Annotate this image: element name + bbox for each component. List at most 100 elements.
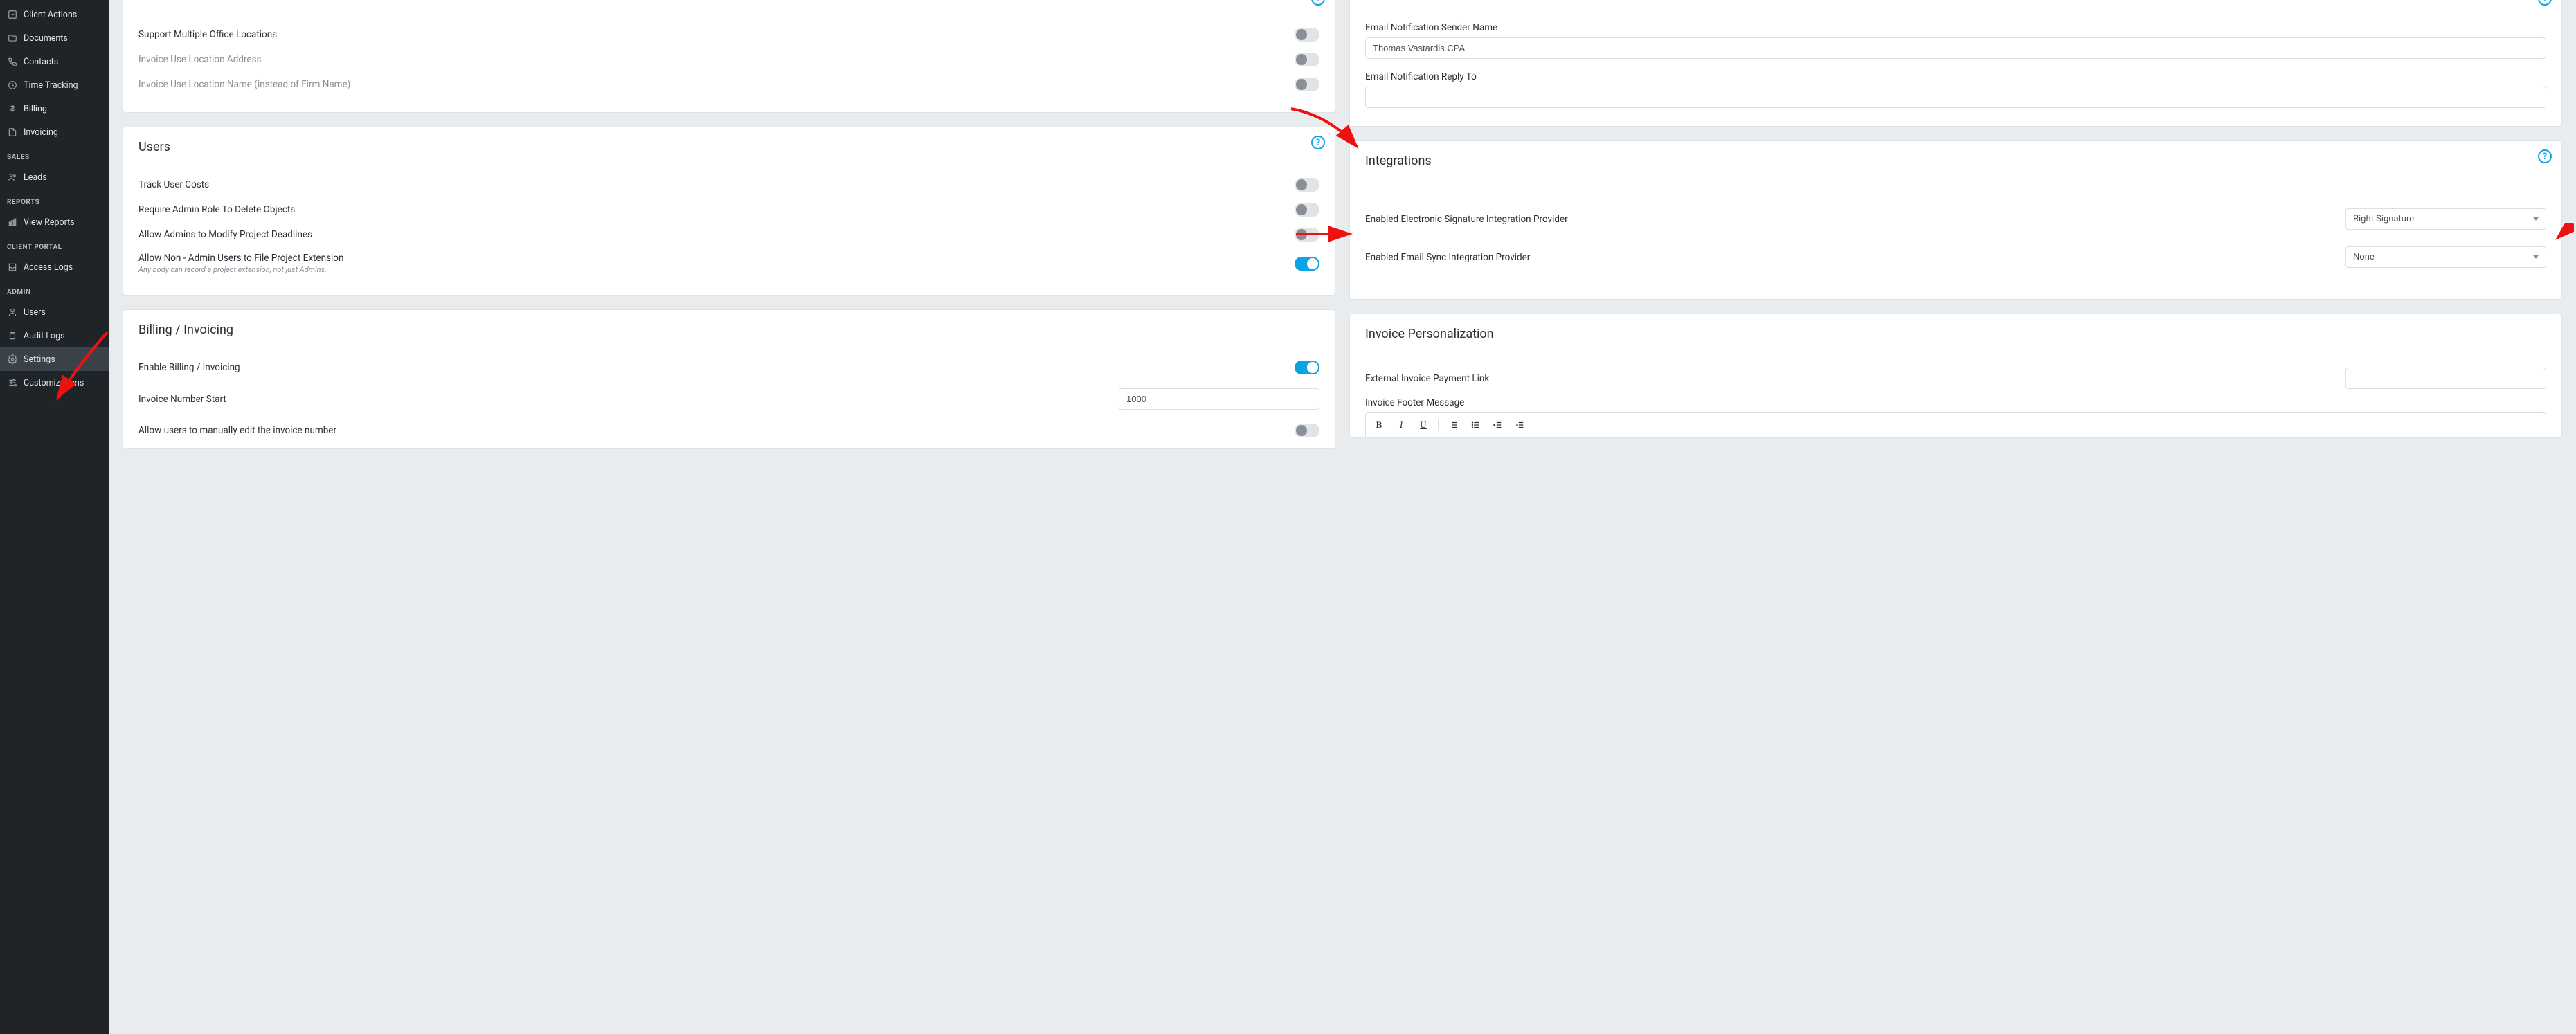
users-icon	[7, 172, 18, 183]
setting-label: Enabled Electronic Signature Integration…	[1365, 214, 1568, 225]
indent-button[interactable]	[1512, 417, 1527, 433]
sidebar-item-time-tracking[interactable]: Time Tracking	[0, 73, 109, 97]
setting-invoice-number-start: Invoice Number Start	[138, 380, 1319, 418]
esignature-provider-select[interactable]: Right Signature	[2345, 208, 2546, 230]
setting-invoice-use-location-name: Invoice Use Location Name (instead of Fi…	[138, 72, 1319, 97]
sidebar-item-label: Invoicing	[24, 127, 58, 138]
italic-button[interactable]: I	[1394, 417, 1409, 433]
toggle-invoice-use-location-name[interactable]	[1295, 78, 1319, 91]
dollar-icon	[7, 103, 18, 114]
field-sender-name: Email Notification Sender Name	[1365, 22, 2546, 59]
sidebar-item-label: Audit Logs	[24, 331, 65, 341]
sidebar-item-label: Users	[24, 307, 46, 318]
help-icon[interactable]: ?	[2538, 149, 2552, 163]
chevron-down-icon	[2533, 217, 2539, 221]
sidebar-item-leads[interactable]: Leads	[0, 165, 109, 189]
sidebar-item-label: Customizations	[24, 378, 84, 388]
sidebar-section-admin: ADMIN	[0, 279, 109, 300]
toggle-nonadmin-file-extension[interactable]	[1295, 257, 1319, 271]
invoice-personalization-card: Invoice Personalization External Invoice…	[1349, 314, 2562, 438]
toggle-invoice-use-location-address[interactable]	[1295, 53, 1319, 66]
help-icon[interactable]: ?	[1311, 136, 1325, 149]
integrations-card: ? Integrations Enabled Electronic Signat…	[1349, 140, 2562, 300]
toggle-track-user-costs[interactable]	[1295, 178, 1319, 192]
setting-nonadmin-file-extension: Allow Non - Admin Users to File Project …	[138, 247, 1319, 280]
toggle-require-admin-delete[interactable]	[1295, 203, 1319, 217]
setting-manual-edit-invoice: Allow users to manually edit the invoice…	[138, 418, 1319, 443]
underline-button[interactable]: U	[1416, 417, 1431, 433]
form-label: Email Notification Reply To	[1365, 71, 2546, 82]
folder-icon	[7, 33, 18, 44]
setting-label: Invoice Number Start	[138, 394, 226, 405]
setting-hint: Any body can record a project extension,…	[138, 265, 343, 274]
setting-label: Invoice Use Location Address	[138, 54, 262, 65]
toggle-support-multiple-locations[interactable]	[1295, 28, 1319, 42]
card-title: Integrations	[1365, 154, 2546, 168]
edit-square-icon	[7, 9, 18, 20]
sidebar-item-label: View Reports	[24, 217, 75, 228]
annotation-arrow-icon	[2553, 223, 2574, 242]
sidebar-item-billing[interactable]: Billing	[0, 97, 109, 120]
unordered-list-button[interactable]	[1468, 417, 1483, 433]
chevron-down-icon	[2533, 255, 2539, 259]
file-icon	[7, 127, 18, 138]
setting-label: Invoice Use Location Name (instead of Fi…	[138, 79, 350, 90]
setting-admins-modify-deadlines: Allow Admins to Modify Project Deadlines	[138, 222, 1319, 247]
setting-email-sync-provider: Enabled Email Sync Integration Provider …	[1365, 238, 2546, 276]
setting-label: Allow Admins to Modify Project Deadlines	[138, 229, 312, 240]
setting-label: Allow Non - Admin Users to File Project …	[138, 253, 343, 264]
setting-label: Require Admin Role To Delete Objects	[138, 204, 295, 215]
clock-icon	[7, 80, 18, 91]
sidebar-item-view-reports[interactable]: View Reports	[0, 210, 109, 234]
sidebar-section-sales: SALES	[0, 144, 109, 165]
setting-label: External Invoice Payment Link	[1365, 373, 1489, 384]
sender-name-input[interactable]	[1365, 37, 2546, 59]
setting-payment-link: External Invoice Payment Link	[1365, 359, 2546, 397]
setting-support-multiple-locations: Support Multiple Office Locations	[138, 22, 1319, 47]
sidebar-item-users[interactable]: Users	[0, 300, 109, 324]
sidebar-item-label: Settings	[24, 354, 55, 365]
card-title: Billing / Invoicing	[138, 323, 1319, 337]
card-title: Users	[138, 140, 1319, 154]
ordered-list-button[interactable]	[1445, 417, 1461, 433]
sidebar-item-settings[interactable]: Settings	[0, 347, 109, 371]
sidebar-item-label: Client Actions	[24, 10, 77, 20]
toggle-manual-edit-invoice[interactable]	[1295, 424, 1319, 437]
email-sync-provider-select[interactable]: None	[2345, 246, 2546, 268]
sidebar-item-documents[interactable]: Documents	[0, 26, 109, 50]
outdent-button[interactable]	[1490, 417, 1505, 433]
office-locations-card: ? Support Multiple Office Locations Invo…	[123, 0, 1335, 113]
chart-icon	[7, 217, 18, 228]
setting-enable-billing: Enable Billing / Invoicing	[138, 355, 1319, 380]
firm-email-notification-card: ? Email Notification Sender Name Email N…	[1349, 0, 2562, 127]
billing-invoicing-card: Billing / Invoicing Enable Billing / Inv…	[123, 309, 1335, 449]
sidebar-section-reports: REPORTS	[0, 189, 109, 210]
sidebar-item-label: Contacts	[24, 57, 58, 67]
sidebar-item-invoicing[interactable]: Invoicing	[0, 120, 109, 144]
setting-label: Track User Costs	[138, 179, 209, 190]
sidebar-item-client-actions[interactable]: Client Actions	[0, 3, 109, 26]
toggle-enable-billing[interactable]	[1295, 361, 1319, 374]
toggle-admins-modify-deadlines[interactable]	[1295, 228, 1319, 242]
sidebar-item-label: Leads	[24, 172, 47, 183]
payment-link-input[interactable]	[2345, 368, 2546, 389]
invoice-number-start-input[interactable]	[1119, 388, 1319, 410]
sidebar-item-contacts[interactable]: Contacts	[0, 50, 109, 73]
card-title: Invoice Personalization	[1365, 327, 2546, 341]
field-reply-to: Email Notification Reply To	[1365, 71, 2546, 108]
setting-require-admin-delete: Require Admin Role To Delete Objects	[138, 197, 1319, 222]
bold-button[interactable]: B	[1371, 417, 1387, 433]
sidebar-item-label: Billing	[24, 104, 47, 114]
sidebar-item-access-logs[interactable]: Access Logs	[0, 255, 109, 279]
sliders-icon	[7, 377, 18, 388]
rich-text-toolbar: B I U	[1365, 412, 2546, 437]
form-label: Email Notification Sender Name	[1365, 22, 2546, 33]
gear-icon	[7, 354, 18, 365]
users-card: ? Users Track User Costs Require Admin R…	[123, 127, 1335, 296]
clipboard-icon	[7, 330, 18, 341]
sidebar-item-audit-logs[interactable]: Audit Logs	[0, 324, 109, 347]
form-label: Invoice Footer Message	[1365, 397, 2546, 408]
reply-to-input[interactable]	[1365, 87, 2546, 108]
user-icon	[7, 307, 18, 318]
sidebar-item-customizations[interactable]: Customizations	[0, 371, 109, 394]
